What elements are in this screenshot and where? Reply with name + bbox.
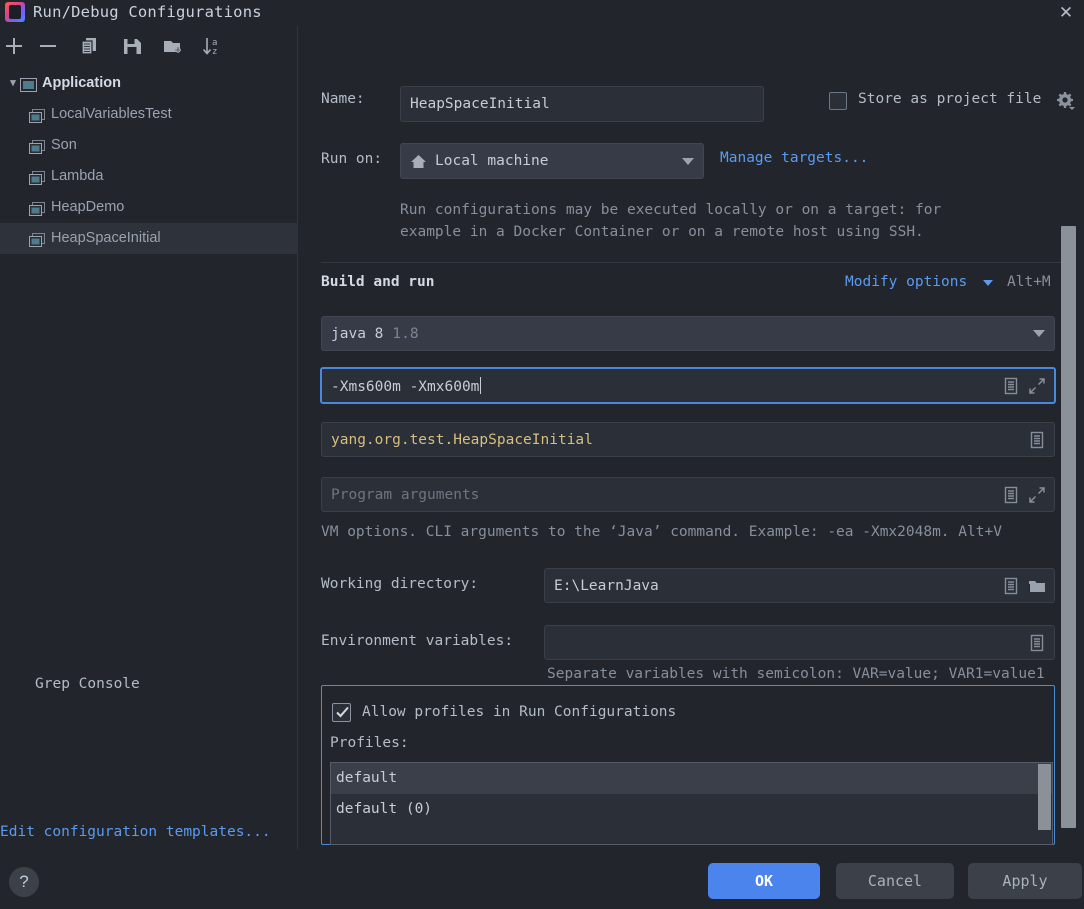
- copy-configuration-button[interactable]: [78, 34, 104, 58]
- tree-item-label: Son: [51, 137, 77, 153]
- tree-item-label: Lambda: [51, 168, 104, 184]
- store-as-project-file-checkbox[interactable]: [829, 92, 847, 110]
- application-icon: [29, 168, 46, 185]
- application-icon: [20, 75, 37, 92]
- tree-item-lambda[interactable]: Lambda: [0, 161, 298, 192]
- dialog-footer: ? OK Cancel Apply: [0, 849, 1084, 909]
- chevron-down-icon[interactable]: [1033, 330, 1045, 337]
- chevron-down-icon[interactable]: ▾: [6, 68, 20, 99]
- name-input[interactable]: HeapSpaceInitial: [400, 86, 764, 122]
- application-icon: [29, 137, 46, 154]
- apply-button[interactable]: Apply: [968, 863, 1082, 899]
- jdk-name: java 8: [331, 325, 384, 342]
- tree-item-label: LocalVariablesTest: [51, 106, 172, 122]
- name-label: Name:: [321, 91, 365, 107]
- vm-options-hint: VM options. CLI arguments to the ‘Java’ …: [321, 524, 1002, 540]
- vm-options-value: -Xms600m -Xmx600m: [331, 376, 482, 395]
- edit-configuration-templates-link[interactable]: Edit configuration templates...: [0, 815, 298, 849]
- svg-text:z: z: [212, 47, 217, 57]
- insert-macro-icon[interactable]: [1000, 484, 1022, 506]
- run-on-value: Local machine: [435, 153, 549, 169]
- tree-item-label: HeapDemo: [51, 199, 125, 215]
- application-icon: [29, 106, 46, 123]
- allow-profiles-label: Allow profiles in Run Configurations: [362, 704, 677, 720]
- chevron-down-icon[interactable]: [682, 157, 694, 165]
- expand-editor-icon[interactable]: [1026, 375, 1048, 397]
- manage-targets-link[interactable]: Manage targets...: [720, 150, 868, 166]
- tree-item-son[interactable]: Son: [0, 130, 298, 161]
- configurations-panel: a z ▾ Application LocalVariablesTest Son…: [0, 26, 298, 849]
- checkmark-icon: [336, 706, 349, 718]
- close-icon[interactable]: ✕: [1052, 0, 1080, 26]
- chevron-down-icon[interactable]: [983, 280, 993, 286]
- editor-scrollbar[interactable]: [1061, 226, 1076, 828]
- text-cursor: [480, 376, 482, 394]
- grep-console-legend: Grep Console: [30, 676, 145, 692]
- modify-options-shortcut: Alt+M: [1007, 274, 1051, 290]
- title-bar: Run/Debug Configurations ✕: [0, 0, 1084, 26]
- insert-macro-icon[interactable]: [1000, 575, 1022, 597]
- environment-variables-label: Environment variables:: [321, 633, 514, 649]
- working-directory-input[interactable]: E:\LearnJava: [544, 568, 1055, 603]
- vm-options-input[interactable]: -Xms600m -Xmx600m: [320, 367, 1056, 404]
- working-directory-label: Working directory:: [321, 576, 479, 592]
- gear-dropdown-icon[interactable]: [1054, 90, 1076, 112]
- build-and-run-title: Build and run: [321, 274, 435, 290]
- configurations-tree: ▾ Application LocalVariablesTest Son Lam…: [0, 68, 298, 254]
- run-on-description: Run configurations may be executed local…: [400, 202, 942, 240]
- store-as-project-file-label: Store as project file: [858, 91, 1042, 107]
- browse-folder-icon[interactable]: [1026, 575, 1048, 597]
- profiles-list-item[interactable]: default (0): [331, 794, 1052, 825]
- run-on-dropdown[interactable]: Local machine: [400, 143, 704, 179]
- configurations-toolbar: a z: [0, 26, 298, 66]
- name-input-value: HeapSpaceInitial: [410, 96, 550, 112]
- tree-item-label: HeapSpaceInitial: [51, 230, 161, 246]
- home-icon: [410, 154, 427, 169]
- run-on-label: Run on:: [321, 151, 383, 167]
- main-class-input[interactable]: yang.org.test.HeapSpaceInitial: [321, 422, 1055, 457]
- remove-configuration-button[interactable]: [36, 34, 62, 58]
- sort-configurations-button[interactable]: a z: [200, 34, 226, 58]
- tree-item-heapspaceinitial[interactable]: HeapSpaceInitial: [0, 223, 298, 254]
- profiles-list[interactable]: default default (0): [330, 762, 1053, 845]
- move-into-folder-button[interactable]: [161, 34, 187, 58]
- working-directory-value: E:\LearnJava: [554, 577, 659, 594]
- insert-macro-icon[interactable]: [1026, 632, 1048, 654]
- profiles-label: Profiles:: [330, 735, 409, 751]
- main-class-value: yang.org.test.HeapSpaceInitial: [331, 431, 593, 448]
- save-configuration-button[interactable]: [120, 34, 146, 58]
- jdk-dropdown[interactable]: java 8 1.8: [321, 316, 1055, 351]
- jdk-version: 1.8: [392, 325, 419, 342]
- modify-options-link[interactable]: Modify options: [845, 274, 967, 290]
- application-icon: [29, 199, 46, 216]
- ok-button[interactable]: OK: [708, 863, 820, 899]
- insert-macro-icon[interactable]: [1000, 375, 1022, 397]
- application-icon: [29, 230, 46, 247]
- tree-item-localvariablestest[interactable]: LocalVariablesTest: [0, 99, 298, 130]
- allow-profiles-checkbox[interactable]: [332, 703, 351, 722]
- environment-variables-input[interactable]: [544, 625, 1055, 660]
- tree-item-heapdemo[interactable]: HeapDemo: [0, 192, 298, 223]
- profiles-list-item[interactable]: default: [331, 763, 1052, 794]
- program-arguments-input[interactable]: Program arguments: [321, 477, 1055, 512]
- insert-macro-icon[interactable]: [1026, 429, 1048, 451]
- section-divider: [321, 262, 1061, 263]
- program-arguments-placeholder: Program arguments: [331, 486, 480, 503]
- help-button[interactable]: ?: [9, 867, 39, 897]
- tree-group-label: Application: [42, 75, 121, 91]
- tree-group-application[interactable]: ▾ Application: [0, 68, 298, 99]
- intellij-idea-logo-icon: [5, 2, 25, 22]
- expand-editor-icon[interactable]: [1026, 484, 1048, 506]
- dialog-title: Run/Debug Configurations: [33, 3, 262, 21]
- environment-variables-hint: Separate variables with semicolon: VAR=v…: [547, 666, 1045, 682]
- profiles-list-scrollbar[interactable]: [1038, 764, 1051, 830]
- add-configuration-button[interactable]: [2, 34, 28, 58]
- cancel-button[interactable]: Cancel: [836, 863, 954, 899]
